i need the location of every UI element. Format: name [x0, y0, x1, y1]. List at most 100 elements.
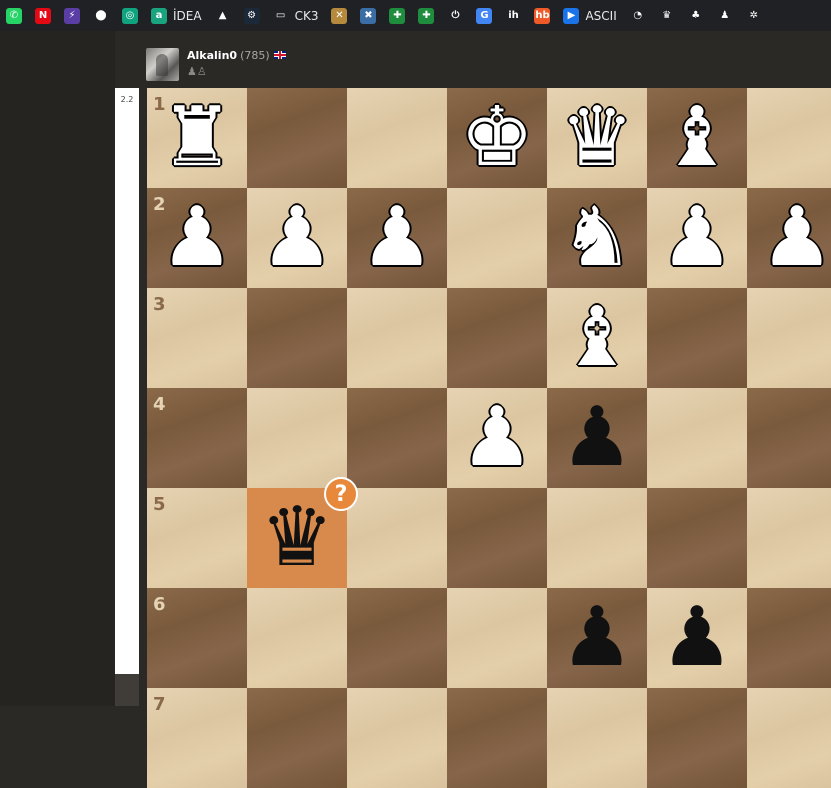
white-pawn-piece[interactable]: ♟	[347, 188, 447, 288]
bookmark-up[interactable]: ▲	[209, 0, 238, 31]
bookmark-label: CK3	[294, 8, 319, 23]
bookmark-tree[interactable]: ♣	[682, 0, 711, 31]
bookmark-idea[interactable]: a İDEA	[145, 0, 209, 31]
white-pawn-piece[interactable]: ♟	[247, 188, 347, 288]
bookmark-chess-puzzle[interactable]: ✕	[325, 0, 354, 31]
bookmark-translate[interactable]: G	[470, 0, 499, 31]
map-pin-icon: ⬤	[93, 7, 109, 24]
rank-label: 3	[153, 294, 166, 315]
board-square[interactable]: ♟	[547, 588, 647, 688]
bookmark-whatsapp[interactable]: ✆	[0, 0, 29, 31]
bookmark-maps[interactable]: ⬤	[87, 0, 116, 31]
caret-up-icon: ▲	[214, 7, 231, 24]
white-bishop-piece[interactable]: ♝	[647, 88, 747, 188]
bookmark-cog[interactable]: ✲	[740, 0, 769, 31]
black-pawn-piece[interactable]: ♟	[647, 588, 747, 688]
bookmark-speed[interactable]: ◔	[624, 0, 653, 31]
chess-board[interactable]: 1 ♜ ♚ ♛ ♝ 2 ♟ ♟ ♟ ♞ ♟ ♟ 3 ♝ 4 ♟ ♟ 5 ♛ 6 ♟ ♟ 7	[147, 88, 831, 788]
black-pawn-piece[interactable]: ♟	[547, 588, 647, 688]
white-pawn-piece[interactable]: ♟	[647, 188, 747, 288]
board-square[interactable]: ♞	[547, 188, 647, 288]
player-name-line[interactable]: Alkalin0 (785)	[187, 49, 286, 62]
board-square[interactable]	[647, 488, 747, 588]
bookmark-pawn[interactable]: ♟	[711, 0, 740, 31]
sheets-icon: ✚	[389, 7, 406, 24]
board-square[interactable]: ♟	[347, 188, 447, 288]
white-king-piece[interactable]: ♚	[447, 88, 547, 188]
player-name[interactable]: Alkalin0	[187, 49, 237, 62]
board-square[interactable]	[347, 388, 447, 488]
board-square[interactable]	[247, 688, 347, 788]
board-square[interactable]: ♟	[647, 588, 747, 688]
white-queen-piece[interactable]: ♛	[547, 88, 647, 188]
board-square[interactable]	[747, 588, 831, 688]
rank-label: 6	[153, 594, 166, 615]
board-square[interactable]	[447, 188, 547, 288]
white-pawn-piece[interactable]: ♟	[147, 188, 247, 288]
white-rook-piece[interactable]: ♜	[147, 88, 247, 188]
bookmark-sheets-2[interactable]: ✚	[412, 0, 441, 31]
board-square[interactable]	[247, 388, 347, 488]
board-square[interactable]	[547, 688, 647, 788]
bookmark-hb[interactable]: hb	[528, 0, 557, 31]
board-square[interactable]	[347, 488, 447, 588]
bookmark-ck3-folder[interactable]: ▭ CK3	[267, 0, 326, 31]
board-square[interactable]: 4	[147, 388, 247, 488]
board-square[interactable]: ♟	[547, 388, 647, 488]
board-square[interactable]	[747, 288, 831, 388]
board-square[interactable]	[647, 688, 747, 788]
board-square[interactable]: ♛	[547, 88, 647, 188]
board-square[interactable]: ♟	[247, 188, 347, 288]
bookmark-ih[interactable]: ih	[499, 0, 528, 31]
board-square[interactable]	[347, 588, 447, 688]
board-square[interactable]: ♟	[747, 188, 831, 288]
bookmark-ascii[interactable]: ▶ ASCII	[557, 0, 623, 31]
board-square[interactable]	[247, 588, 347, 688]
board-square[interactable]	[547, 488, 647, 588]
board-square[interactable]: 7	[147, 688, 247, 788]
white-knight-piece[interactable]: ♞	[547, 188, 647, 288]
board-square[interactable]: ♚	[447, 88, 547, 188]
bookmark-sheets-1[interactable]: ✚	[383, 0, 412, 31]
bookmark-crown[interactable]: ♛	[653, 0, 682, 31]
board-square[interactable]: 5	[147, 488, 247, 588]
avatar[interactable]	[146, 48, 179, 81]
board-square[interactable]: ♝	[647, 88, 747, 188]
whatsapp-icon: ✆	[6, 7, 22, 24]
board-square[interactable]	[247, 88, 347, 188]
white-pawn-piece[interactable]: ♟	[747, 188, 831, 288]
board-square[interactable]	[347, 288, 447, 388]
bookmark-chatgpt[interactable]: ◎	[116, 0, 145, 31]
board-square[interactable]	[347, 688, 447, 788]
board-square[interactable]	[747, 388, 831, 488]
board-square[interactable]	[747, 688, 831, 788]
board-square[interactable]	[747, 88, 831, 188]
board-square[interactable]	[647, 288, 747, 388]
puzzle-icon: ✕	[331, 7, 348, 24]
board-square[interactable]	[347, 88, 447, 188]
board-square[interactable]: ♟	[447, 388, 547, 488]
white-bishop-piece[interactable]: ♝	[547, 288, 647, 388]
black-pawn-piece[interactable]: ♟	[547, 388, 647, 488]
board-square[interactable]: 1 ♜	[147, 88, 247, 188]
board-square[interactable]: ♝	[547, 288, 647, 388]
board-square[interactable]	[747, 488, 831, 588]
board-square[interactable]	[447, 288, 547, 388]
bookmark-power[interactable]: ⏻	[441, 0, 470, 31]
bookmark-bolt[interactable]: ⚡	[58, 0, 87, 31]
player-rating: (785)	[240, 49, 270, 62]
board-square[interactable]	[447, 688, 547, 788]
openai-icon: ◎	[122, 7, 138, 24]
board-square[interactable]	[447, 488, 547, 588]
bookmark-netflix[interactable]: N	[29, 0, 58, 31]
bookmark-steam[interactable]: ⚙	[238, 0, 267, 31]
bookmark-cross-app[interactable]: ✖	[354, 0, 383, 31]
board-square[interactable]	[247, 288, 347, 388]
board-square[interactable]	[447, 588, 547, 688]
board-square[interactable]: ♟	[647, 188, 747, 288]
board-square[interactable]: 6	[147, 588, 247, 688]
board-square[interactable]: 3	[147, 288, 247, 388]
board-square[interactable]	[647, 388, 747, 488]
board-square[interactable]: 2 ♟	[147, 188, 247, 288]
white-pawn-piece[interactable]: ♟	[447, 388, 547, 488]
